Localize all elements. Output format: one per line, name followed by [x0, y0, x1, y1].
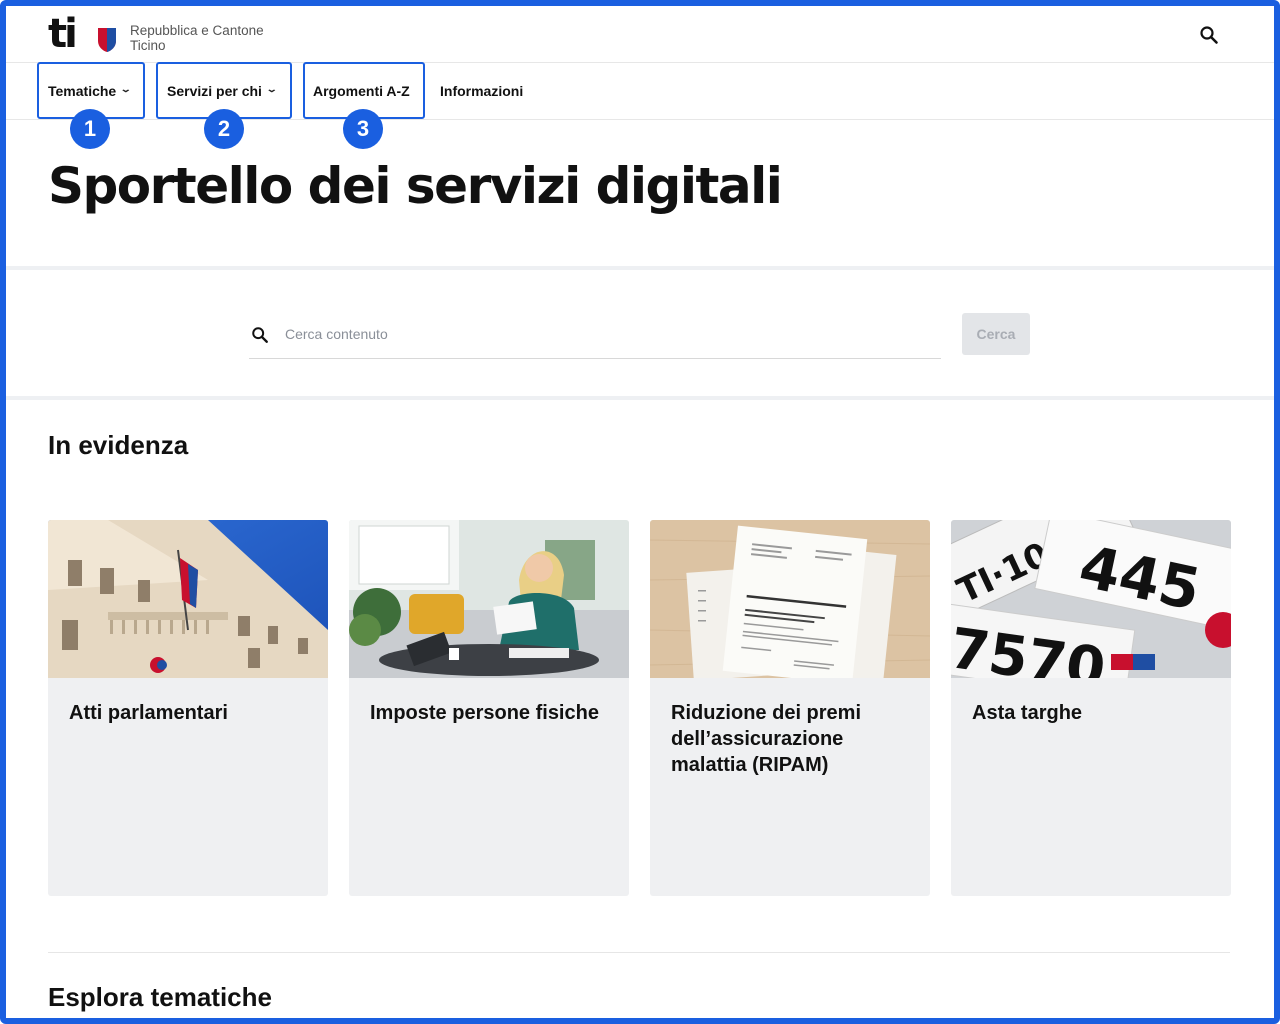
org-name-line2: Ticino [130, 38, 166, 53]
chevron-down-icon: ⌄ [265, 84, 278, 94]
card-image-government-building [48, 520, 328, 678]
chevron-down-icon: ⌄ [119, 84, 133, 94]
card-riduzione-premi-ripam[interactable]: Riduzione dei premi dell’assicurazione m… [650, 520, 930, 896]
card-title: Asta targhe [972, 702, 1083, 724]
nav-informazioni[interactable]: Informazioni [440, 62, 523, 119]
card-imposte-persone-fisiche[interactable]: Imposte persone fisiche [349, 520, 629, 896]
main-nav: Tematiche ⌄ Servizi per chi ⌄ Argomenti … [6, 62, 1274, 120]
site-logo[interactable]: ti [48, 14, 78, 54]
search-bar [249, 312, 941, 359]
nav-informazioni-label: Informazioni [440, 82, 524, 99]
canton-shield-icon [98, 28, 116, 52]
section-divider [6, 396, 1274, 400]
section-title-in-evidenza: In evidenza [48, 430, 189, 460]
org-name: Repubblica e Cantone Ticino [130, 23, 264, 53]
search-input[interactable] [285, 322, 925, 346]
card-title: Riduzione dei premi dell’assicurazione m… [671, 702, 862, 776]
page: ti Repubblica e Cantone Ticino Tematiche… [6, 6, 1274, 1018]
search-icon[interactable] [1199, 25, 1219, 45]
annotation-badge-2: 2 [204, 109, 244, 149]
card-image-woman-with-documents [349, 520, 629, 678]
nav-argomenti-label: Argomenti A-Z [313, 82, 410, 99]
top-bar: ti Repubblica e Cantone Ticino [6, 6, 1274, 63]
annotation-badge-3: 3 [343, 109, 383, 149]
search-button[interactable]: Cerca [962, 313, 1030, 355]
org-name-line1: Repubblica e Cantone [130, 23, 264, 38]
search-icon [252, 327, 268, 343]
card-image-documents [650, 520, 930, 678]
section-title-esplora-tematiche: Esplora tematiche [48, 982, 272, 1012]
card-atti-parlamentari[interactable]: Atti parlamentari [48, 520, 328, 896]
card-image-license-plates: TI·10 445 7570 [951, 520, 1231, 678]
section-divider [48, 952, 1230, 953]
card-asta-targhe[interactable]: TI·10 445 7570 Asta targhe [951, 520, 1231, 896]
section-divider [6, 266, 1274, 270]
page-title: Sportello dei servizi digitali [48, 157, 783, 215]
card-title: Imposte persone fisiche [370, 702, 599, 724]
nav-tematiche-label: Tematiche [48, 82, 117, 99]
card-title: Atti parlamentari [69, 702, 228, 724]
nav-servizi-label: Servizi per chi [167, 82, 262, 99]
annotation-badge-1: 1 [70, 109, 110, 149]
